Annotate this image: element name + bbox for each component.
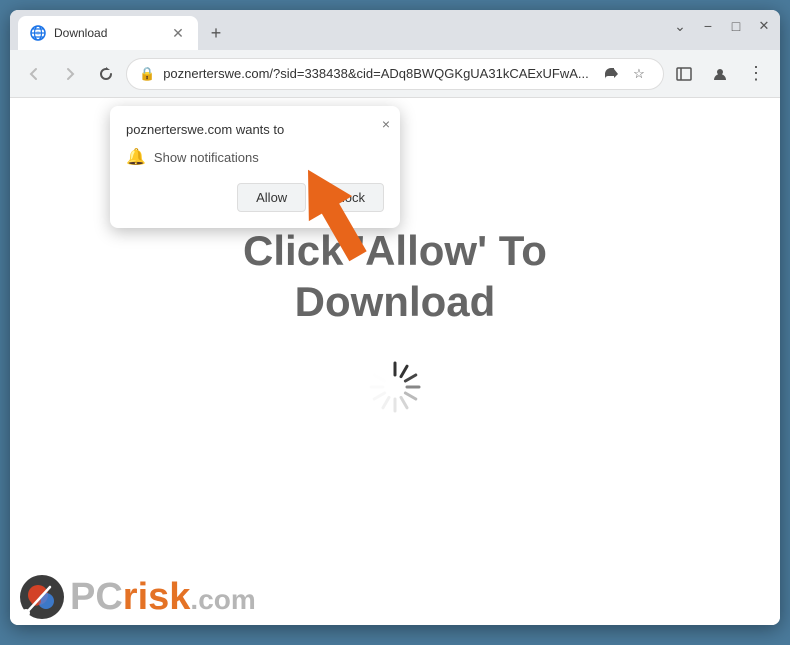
pcrisk-risk-text: risk xyxy=(123,576,191,618)
loading-spinner xyxy=(365,357,425,417)
share-icon[interactable] xyxy=(599,62,623,86)
pcrisk-logo-icon xyxy=(18,573,66,621)
minimize-button[interactable]: − xyxy=(700,18,716,34)
browser-content: × poznerterswe.com wants to 🔔 Show notif… xyxy=(10,98,780,625)
bell-icon: 🔔 xyxy=(126,147,146,167)
browser-tab[interactable]: Download ✕ xyxy=(18,16,198,50)
pcrisk-domain-text: .com xyxy=(190,584,255,615)
address-bar[interactable]: 🔒 poznerterswe.com/?sid=338438&cid=ADq8B… xyxy=(126,58,664,90)
popup-notification-label: Show notifications xyxy=(154,150,259,165)
bookmark-icon[interactable]: ☆ xyxy=(627,62,651,86)
navigation-bar: 🔒 poznerterswe.com/?sid=338438&cid=ADq8B… xyxy=(10,50,780,98)
sidebar-button[interactable] xyxy=(668,58,700,90)
popup-close-button[interactable]: × xyxy=(382,116,390,132)
browser-window: Download ✕ + ⌄ − □ ✕ 🔒 poznerterswe.com/… xyxy=(10,10,780,625)
menu-button[interactable]: ⋮ xyxy=(740,58,772,90)
window-controls: ⌄ − □ ✕ xyxy=(672,18,772,34)
forward-button[interactable] xyxy=(54,58,86,90)
title-bar: Download ✕ + ⌄ − □ ✕ xyxy=(10,10,780,50)
refresh-button[interactable] xyxy=(90,58,122,90)
back-button[interactable] xyxy=(18,58,50,90)
lock-icon: 🔒 xyxy=(139,66,155,82)
new-tab-button[interactable]: + xyxy=(202,19,230,47)
popup-site-name: poznerterswe.com wants to xyxy=(126,122,384,137)
address-bar-actions: ☆ xyxy=(599,62,651,86)
arrow-indicator xyxy=(288,158,378,273)
toolbar-right: ⋮ xyxy=(668,58,772,90)
profile-icon[interactable] xyxy=(704,58,736,90)
url-text: poznerterswe.com/?sid=338438&cid=ADq8BWQ… xyxy=(163,66,591,81)
pcrisk-pc-text: PC xyxy=(70,576,123,618)
tab-close-button[interactable]: ✕ xyxy=(170,25,186,41)
tab-favicon xyxy=(30,25,46,41)
pcrisk-watermark: PCrisk.com xyxy=(10,569,264,625)
close-button[interactable]: ✕ xyxy=(756,18,772,34)
maximize-button[interactable]: □ xyxy=(728,18,744,34)
pcrisk-text: PCrisk.com xyxy=(70,576,256,619)
window-chevron[interactable]: ⌄ xyxy=(672,18,688,34)
tab-title-text: Download xyxy=(54,26,162,40)
